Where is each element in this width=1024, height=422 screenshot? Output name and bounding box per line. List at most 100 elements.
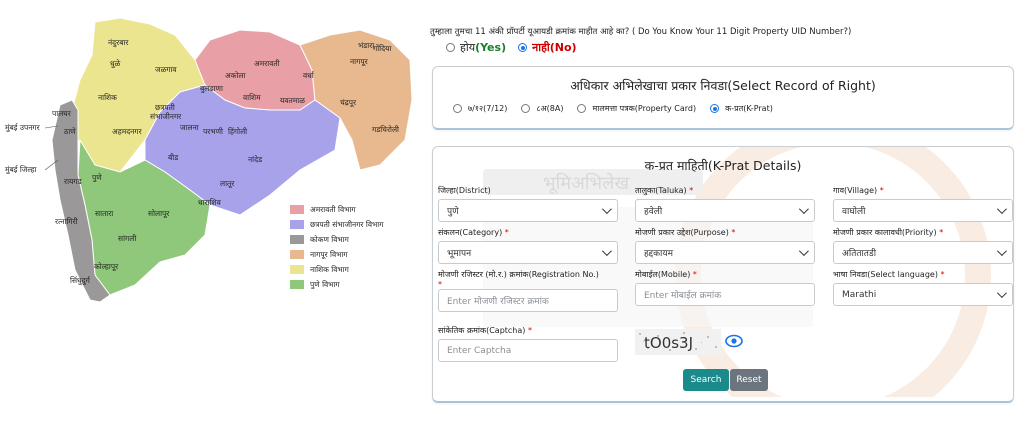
language-select[interactable]: Marathi [833, 283, 1013, 306]
record-option-label: ७/१२(7/12) [468, 104, 508, 113]
legend-label: कोकण विभाग [310, 234, 349, 244]
yes-label-en: (Yes) [475, 41, 507, 54]
record-type-title: अधिकार अभिलेखाचा प्रकार निवडा(Select Rec… [570, 78, 876, 93]
svg-text:गोंदिया: गोंदिया [373, 44, 392, 53]
required-marker: * [689, 186, 694, 195]
map-legend: अमरावती विभाग छत्रपती संभाजीनगर विभाग कोकण… [290, 202, 420, 292]
svg-text:अकोला: अकोला [225, 71, 247, 80]
mobile-field: मोबाईल(Mobile) * Enter मोबाईल क्रमांक [635, 269, 815, 306]
svg-text:सोलापूर: सोलापूर [148, 209, 170, 219]
legend-label: नाशिक विभाग [310, 264, 349, 274]
record-radio[interactable] [577, 104, 587, 113]
captcha-input[interactable]: Enter Captcha [438, 339, 618, 362]
record-option[interactable]: ८अ(8A) [521, 103, 563, 114]
svg-text:गडचिरोली: गडचिरोली [372, 125, 400, 134]
record-option[interactable]: ७/१२(7/12) [453, 103, 507, 114]
required-marker: * [879, 186, 884, 195]
required-marker: * [527, 326, 532, 335]
district-value: पुणे [447, 207, 459, 217]
legend-item: नाशिक विभाग [290, 262, 420, 277]
taluka-select[interactable]: हवेली [635, 199, 815, 222]
svg-text:धुळे: धुळे [110, 59, 121, 69]
district-field: जिल्हा(District) पुणे [438, 185, 618, 222]
mobile-placeholder: Enter मोबाईल क्रमांक [644, 291, 722, 301]
uid-choice-group: होय(Yes) नाही(No) [446, 40, 577, 55]
svg-text:परभणी: परभणी [203, 127, 224, 136]
svg-text:अमरावती: अमरावती [254, 59, 281, 68]
legend-label: पुणे विभाग [310, 279, 340, 289]
captcha-field: सांकेतिक क्रमांक(Captcha) * Enter Captch… [438, 325, 618, 362]
svg-text:नाशिक: नाशिक [98, 93, 117, 102]
priority-value: अतितातडी [842, 249, 877, 259]
taluka-field: तालुका(Taluka) * हवेली [635, 185, 815, 222]
registration-label: मोजणी रजिस्टर (मो.र.) क्रमांक(Registrati… [438, 270, 599, 279]
district-select[interactable]: पुणे [438, 199, 618, 222]
svg-text:पालघर: पालघर [52, 109, 72, 118]
legend-swatch [290, 235, 304, 244]
svg-text:यवतमाळ: यवतमाळ [280, 96, 305, 105]
registration-input[interactable]: Enter मोजणी रजिस्टर क्रमांक [438, 289, 618, 312]
yes-label-mr: होय [460, 41, 476, 54]
chevron-down-icon [601, 204, 612, 215]
kprat-details-title: क-प्रत माहिती(K-Prat Details) [644, 158, 802, 173]
language-field: भाषा निवडा(Select language) * Marathi [833, 269, 1013, 306]
uid-question: तुम्हाला तुमचा 11 अंकी प्रॉपर्टी यूआयडी … [430, 27, 852, 37]
record-option-label: ८अ(8A) [536, 104, 564, 113]
mobile-label: मोबाईल(Mobile) [635, 270, 691, 279]
legend-swatch [290, 205, 304, 214]
required-marker: * [939, 228, 944, 237]
svg-text:ठाणे: ठाणे [64, 127, 76, 136]
kprat-details-card: भूमिअभिलेख क-प्रत माहिती(K-Prat Details)… [432, 146, 1014, 403]
svg-text:बीड: बीड [168, 153, 179, 162]
svg-text:बुलढाणा: बुलढाणा [200, 84, 224, 94]
record-radio[interactable] [710, 104, 720, 113]
svg-text:कोल्हापूर: कोल्हापूर [94, 262, 119, 272]
priority-select[interactable]: अतितातडी [833, 241, 1013, 264]
chevron-down-icon [996, 288, 1007, 299]
no-radio[interactable] [518, 43, 528, 52]
legend-item: पुणे विभाग [290, 277, 420, 292]
priority-field: मोजणी प्रकार कालावधी(Priority) * अतितातड… [833, 227, 1013, 264]
svg-text:नागपूर: नागपूर [350, 57, 369, 67]
record-option[interactable]: क-प्रत(K-Prat) [710, 103, 773, 114]
svg-text:सांगली: सांगली [118, 234, 137, 243]
required-marker: * [692, 270, 697, 279]
legend-swatch [290, 220, 304, 229]
svg-text:जालना: जालना [180, 123, 200, 132]
purpose-select[interactable]: हद्दकायम [635, 241, 815, 264]
legend-label: छत्रपती संभाजीनगर विभाग [310, 219, 384, 229]
legend-swatch [290, 250, 304, 259]
reset-button[interactable]: Reset [730, 369, 768, 391]
svg-text:अहमदनगर: अहमदनगर [112, 127, 143, 136]
legend-label: अमरावती विभाग [310, 204, 356, 214]
priority-label: मोजणी प्रकार कालावधी(Priority) [833, 228, 937, 237]
required-marker: * [438, 280, 442, 289]
village-value: वाघोली [842, 207, 866, 217]
yes-radio[interactable] [446, 43, 455, 52]
record-radio[interactable] [521, 104, 531, 113]
captcha-code: tO0s3J [644, 334, 693, 352]
record-option-label: मालमत्ता पत्रक(Property Card) [592, 104, 697, 113]
district-label: जिल्हा(District) [438, 186, 491, 195]
registration-field: मोजणी रजिस्टर (मो.र.) क्रमांक(Registrati… [438, 269, 618, 312]
no-label: नाही(No) [532, 41, 577, 54]
category-field: संकलन(Category) * भूमापन [438, 227, 618, 264]
category-select[interactable]: भूमापन [438, 241, 618, 264]
uid-no-option[interactable]: नाही(No) [518, 40, 577, 55]
record-type-options: ७/१२(7/12) ८अ(8A) मालमत्ता पत्रक(Property … [453, 103, 773, 114]
legend-label: नागपूर विभाग [310, 249, 348, 259]
uid-yes-option[interactable]: होय(Yes) [446, 40, 506, 55]
legend-item: अमरावती विभाग [290, 202, 420, 217]
required-marker: * [940, 270, 945, 279]
legend-swatch [290, 280, 304, 289]
taluka-value: हवेली [644, 207, 663, 217]
captcha-image: tO0s3J [635, 329, 721, 355]
record-radio[interactable] [453, 104, 462, 113]
search-button[interactable]: Search [683, 369, 729, 391]
svg-text:चंद्रपूर: चंद्रपूर [340, 98, 357, 108]
village-select[interactable]: वाघोली [833, 199, 1013, 222]
record-option[interactable]: मालमत्ता पत्रक(Property Card) [577, 103, 696, 114]
svg-text:छत्रपती: छत्रपती [155, 103, 176, 112]
refresh-captcha-icon[interactable] [725, 332, 743, 350]
mobile-input[interactable]: Enter मोबाईल क्रमांक [635, 283, 815, 306]
